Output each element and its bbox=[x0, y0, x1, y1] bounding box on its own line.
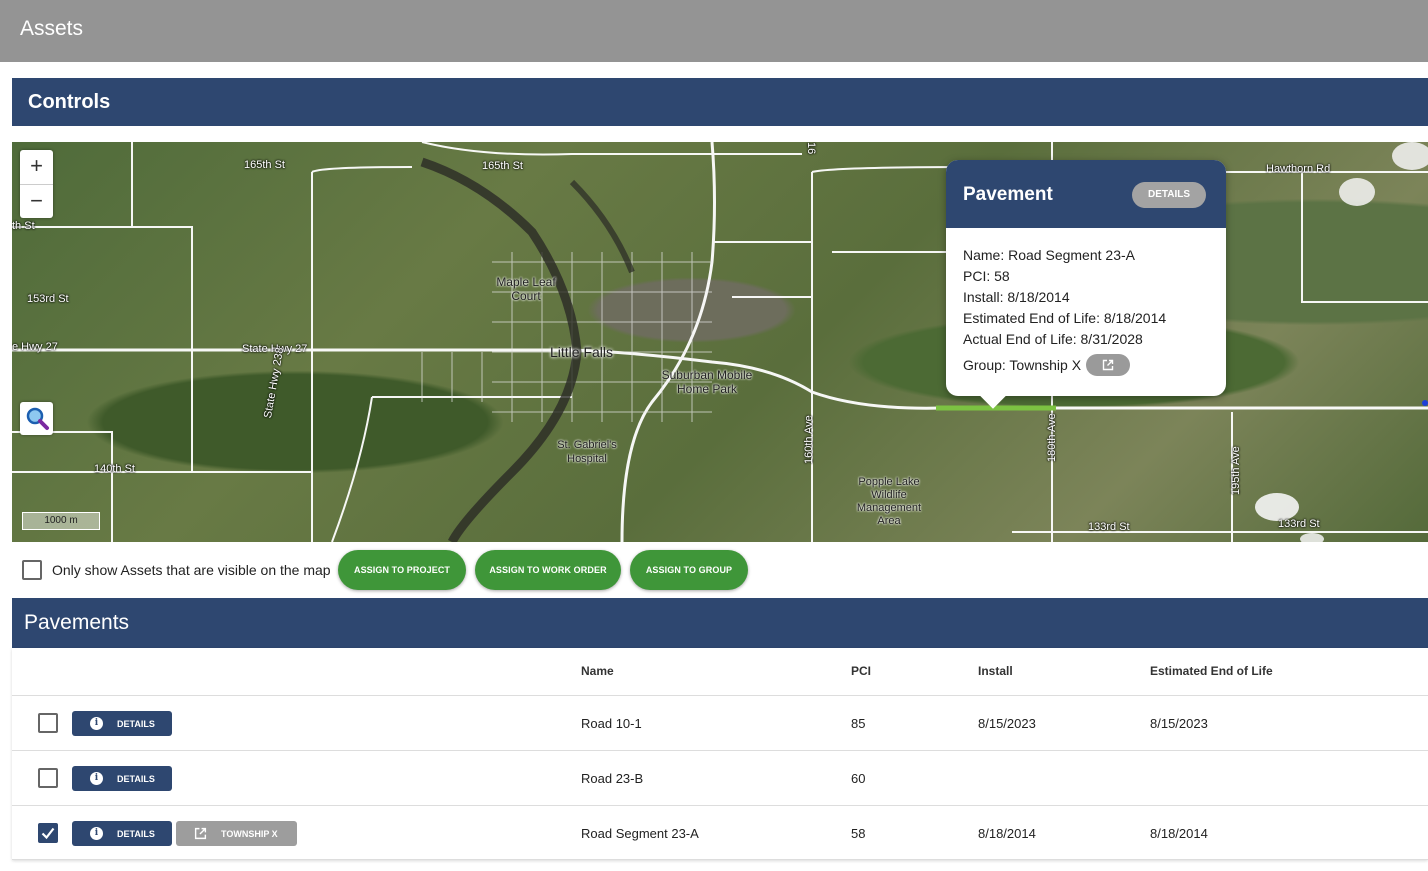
app-bar: Assets bbox=[0, 0, 1428, 62]
visible-filter: Only show Assets that are visible on the… bbox=[22, 560, 331, 580]
cell-name: Road 23-B bbox=[581, 771, 644, 786]
controls-title: Controls bbox=[28, 91, 111, 113]
visible-filter-checkbox[interactable] bbox=[22, 560, 42, 580]
pavements-header: Pavements bbox=[12, 598, 1428, 648]
row-details-button[interactable]: i DETAILS bbox=[72, 766, 172, 791]
map-label: Maple Leaf Court bbox=[496, 275, 556, 303]
cell-eol: 8/18/2014 bbox=[1150, 826, 1208, 841]
pavements-title: Pavements bbox=[24, 611, 130, 634]
map-label: 133rd St bbox=[1088, 521, 1130, 533]
popup-title: Pavement bbox=[963, 184, 1053, 205]
map-label: 140th St bbox=[94, 463, 135, 475]
row-group-button[interactable]: TOWNSHIP X bbox=[176, 821, 297, 846]
row-checkbox[interactable] bbox=[38, 823, 58, 843]
column-header-install[interactable]: Install bbox=[978, 664, 1013, 678]
row-checkbox[interactable] bbox=[38, 713, 58, 733]
external-link-icon bbox=[1102, 359, 1114, 371]
table-header: Name PCI Install Estimated End of Life bbox=[12, 648, 1428, 696]
map-label: th St bbox=[12, 220, 35, 232]
map-scale-bar: 1000 m bbox=[22, 512, 100, 530]
row-details-button[interactable]: i DETAILS bbox=[72, 821, 172, 846]
map-label: 165th St bbox=[244, 159, 285, 171]
map-label: 165th St bbox=[482, 160, 523, 172]
row-details-label: DETAILS bbox=[117, 718, 155, 729]
checkmark-icon bbox=[41, 827, 55, 840]
map-label: St. Gabriel's Hospital bbox=[557, 439, 617, 465]
info-icon: i bbox=[90, 772, 103, 785]
map-label: Popple Lake Wildlife Management Area bbox=[856, 476, 922, 527]
cell-eol: 8/15/2023 bbox=[1150, 716, 1208, 731]
popup-body: Name: Road Segment 23-A PCI: 58 Install:… bbox=[946, 228, 1226, 376]
map-label: Hawthorn Rd bbox=[1266, 163, 1331, 175]
cell-name: Road 10-1 bbox=[581, 716, 642, 731]
table-row: i DETAILS Road 10-1 85 8/15/2023 8/15/20… bbox=[12, 696, 1428, 751]
popup-name: Name: Road Segment 23-A bbox=[963, 247, 1135, 263]
info-icon: i bbox=[90, 717, 103, 730]
column-header-eol[interactable]: Estimated End of Life bbox=[1150, 664, 1273, 678]
popup-pci: PCI: 58 bbox=[963, 268, 1010, 284]
app-title: Assets bbox=[20, 17, 84, 40]
column-header-pci[interactable]: PCI bbox=[851, 664, 871, 678]
map-label: 195th Ave bbox=[1230, 446, 1242, 495]
zoom-in-button[interactable]: + bbox=[20, 150, 53, 184]
table-row: i DETAILS TOWNSHIP X Road Segment 23-A 5… bbox=[12, 806, 1428, 861]
column-header-name[interactable]: Name bbox=[581, 664, 614, 678]
popup-details-button[interactable]: DETAILS bbox=[1132, 182, 1206, 208]
map-label: 153rd St bbox=[27, 293, 69, 305]
cell-name: Road Segment 23-A bbox=[581, 826, 699, 841]
popup-header: Pavement DETAILS bbox=[946, 160, 1226, 228]
popup-group-link-button[interactable] bbox=[1086, 354, 1131, 376]
map-search-button[interactable] bbox=[20, 402, 53, 435]
search-icon bbox=[26, 407, 49, 430]
zoom-out-button[interactable]: − bbox=[20, 184, 53, 218]
assign-to-project-button[interactable]: ASSIGN TO PROJECT bbox=[338, 550, 466, 590]
popup-group: Group: Township X bbox=[963, 356, 1082, 373]
popup-estimated-eol: Estimated End of Life: 8/18/2014 bbox=[963, 310, 1167, 326]
popup-install: Install: 8/18/2014 bbox=[963, 289, 1070, 305]
visible-filter-label: Only show Assets that are visible on the… bbox=[52, 562, 331, 578]
assign-to-group-button[interactable]: ASSIGN TO GROUP bbox=[630, 550, 748, 590]
row-details-label: DETAILS bbox=[117, 828, 155, 839]
info-icon: i bbox=[90, 827, 103, 840]
assign-to-work-order-button[interactable]: ASSIGN TO WORK ORDER bbox=[475, 550, 621, 590]
map-label: 16 bbox=[805, 142, 817, 155]
pavement-popup: Pavement DETAILS Name: Road Segment 23-A… bbox=[946, 160, 1226, 409]
pavements-table: Name PCI Install Estimated End of Life i… bbox=[12, 648, 1428, 860]
map-label: e Hwy 27 bbox=[12, 341, 58, 353]
zoom-control: + − bbox=[20, 150, 53, 218]
external-link-icon bbox=[194, 827, 207, 840]
cell-pci: 60 bbox=[851, 771, 866, 786]
popup-group-row: Group: Township X bbox=[963, 354, 1209, 376]
row-details-label: DETAILS bbox=[117, 773, 155, 784]
row-group-label: TOWNSHIP X bbox=[221, 828, 278, 839]
popup-actual-eol: Actual End of Life: 8/31/2028 bbox=[963, 331, 1143, 347]
map-label: Suburban Mobile Home Park bbox=[661, 368, 753, 396]
cell-pci: 85 bbox=[851, 716, 866, 731]
row-checkbox[interactable] bbox=[38, 768, 58, 788]
table-row: i DETAILS Road 23-B 60 bbox=[12, 751, 1428, 806]
row-details-button[interactable]: i DETAILS bbox=[72, 711, 172, 736]
cell-install: 8/18/2014 bbox=[978, 826, 1036, 841]
map-label-city: Little Falls bbox=[550, 344, 614, 360]
cell-install: 8/15/2023 bbox=[978, 716, 1036, 731]
cell-pci: 58 bbox=[851, 826, 866, 841]
map-label: 160th Ave bbox=[803, 415, 815, 464]
controls-header: Controls bbox=[12, 78, 1428, 126]
map-label: 180th Ave bbox=[1046, 413, 1058, 462]
map-label: 133rd St bbox=[1278, 518, 1320, 530]
